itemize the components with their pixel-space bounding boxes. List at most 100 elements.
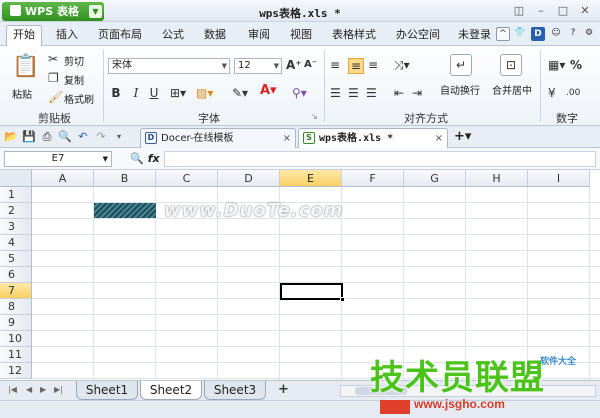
fill-color-icon[interactable]: ▨▾ — [196, 86, 213, 100]
format-painter-button[interactable]: 格式刷 — [64, 91, 94, 106]
clear-format-icon[interactable]: ⚲▾ — [292, 86, 307, 100]
merge-center-button[interactable]: 合并居中 — [492, 82, 532, 97]
add-sheet-button[interactable]: + — [278, 382, 289, 397]
column-header-f[interactable]: F — [342, 170, 404, 187]
row-header-12[interactable]: 12 — [0, 363, 32, 379]
copy-button[interactable]: 复制 — [64, 72, 84, 87]
align-top-icon[interactable]: ≡ — [330, 58, 340, 72]
customize-icon[interactable]: ▾ — [112, 130, 126, 144]
column-header-e[interactable]: E — [280, 170, 342, 187]
settings-icon[interactable]: ⚙ — [582, 27, 596, 41]
column-header-b[interactable]: B — [94, 170, 156, 187]
minimize-icon[interactable]: – — [534, 4, 548, 18]
cell-B2-pattern-fill[interactable] — [94, 203, 156, 218]
sheet-tab-1[interactable]: Sheet1 — [76, 381, 138, 400]
currency-icon[interactable]: ¥ — [548, 86, 556, 100]
close-icon[interactable]: × — [283, 129, 291, 148]
percent-button[interactable]: % — [570, 58, 582, 72]
zoom-icon[interactable]: 🔍 — [130, 152, 144, 165]
close-icon[interactable]: ✕ — [578, 4, 592, 18]
text-direction-icon[interactable]: ⤨▾ — [394, 58, 410, 72]
undo-icon[interactable]: ↶ — [76, 130, 90, 144]
borders-icon[interactable]: ⊞▾ — [170, 86, 186, 100]
shrink-font-icon[interactable]: A⁻ — [304, 58, 317, 72]
tab-view[interactable]: 视图 — [290, 26, 312, 44]
row-header-4[interactable]: 4 — [0, 235, 32, 251]
align-center-icon[interactable]: ☰ — [348, 86, 359, 100]
highlight-icon[interactable]: ✎▾ — [232, 86, 248, 100]
open-icon[interactable]: 📂 — [4, 130, 18, 144]
align-bottom-icon[interactable]: ≡ — [368, 58, 378, 72]
restore-icon[interactable]: ◫ — [512, 4, 526, 18]
tab-home[interactable]: 开始 — [6, 25, 42, 47]
formula-input[interactable] — [164, 151, 596, 167]
user-icon[interactable]: ☺ — [549, 27, 563, 41]
login-status[interactable]: 未登录 — [458, 26, 491, 44]
wrap-text-button[interactable]: 自动换行 — [440, 82, 480, 97]
sheet-tab-3[interactable]: Sheet3 — [204, 381, 266, 400]
underline-button[interactable]: U — [148, 86, 160, 100]
row-header-8[interactable]: 8 — [0, 299, 32, 315]
chevron-down-icon[interactable]: ▼ — [103, 152, 108, 166]
tab-docer[interactable]: D Docer-在线模板 × — [140, 128, 296, 148]
row-header-1[interactable]: 1 — [0, 187, 32, 203]
sheet-tab-2[interactable]: Sheet2 — [140, 381, 202, 400]
collapse-ribbon-icon[interactable]: ^ — [496, 27, 510, 41]
row-header-11[interactable]: 11 — [0, 347, 32, 363]
font-size-select[interactable]: 12 ▼ — [234, 58, 282, 74]
row-header-10[interactable]: 10 — [0, 331, 32, 347]
font-color-icon[interactable]: A▾ — [260, 84, 277, 98]
column-header-g[interactable]: G — [404, 170, 466, 187]
row-header-7[interactable]: 7 — [0, 283, 32, 299]
column-header-h[interactable]: H — [466, 170, 528, 187]
insert-function-button[interactable]: 🔍 fx — [130, 151, 162, 167]
row-header-5[interactable]: 5 — [0, 251, 32, 267]
italic-button[interactable]: I — [130, 86, 142, 100]
bold-button[interactable]: B — [110, 86, 122, 100]
maximize-icon[interactable]: □ — [556, 4, 570, 18]
tab-insert[interactable]: 插入 — [56, 26, 78, 44]
close-icon[interactable]: × — [435, 129, 443, 148]
decrease-indent-icon[interactable]: ⇤ — [394, 86, 404, 100]
increase-indent-icon[interactable]: ⇥ — [412, 86, 422, 100]
last-sheet-icon[interactable]: ▶| — [54, 385, 63, 394]
new-tab-icon[interactable]: +▾ — [454, 130, 471, 144]
print-preview-icon[interactable]: 🔍 — [58, 130, 72, 144]
row-header-3[interactable]: 3 — [0, 219, 32, 235]
paste-icon[interactable]: 📋 — [12, 54, 39, 80]
tab-review[interactable]: 审阅 — [248, 26, 270, 44]
align-left-icon[interactable]: ☰ — [330, 86, 341, 100]
decimal-icon[interactable]: .00 — [566, 86, 580, 100]
column-header-i[interactable]: I — [528, 170, 590, 187]
prev-sheet-icon[interactable]: ◀ — [26, 385, 32, 394]
tab-formulas[interactable]: 公式 — [162, 26, 184, 44]
print-icon[interactable]: ⎙ — [40, 130, 54, 144]
first-sheet-icon[interactable]: |◀ — [8, 385, 17, 394]
font-name-select[interactable]: 宋体 ▼ — [108, 58, 230, 74]
number-format-icon[interactable]: ▦▾ — [548, 58, 565, 72]
skin-icon[interactable]: 👕 — [513, 27, 527, 41]
row-header-2[interactable]: 2 — [0, 203, 32, 219]
tab-data[interactable]: 数据 — [204, 26, 226, 44]
cut-button[interactable]: 剪切 — [64, 53, 84, 68]
column-header-d[interactable]: D — [218, 170, 280, 187]
selected-cell-E7[interactable] — [280, 283, 345, 302]
tab-office-space[interactable]: 办公空间 — [396, 26, 440, 44]
column-header-a[interactable]: A — [32, 170, 94, 187]
grow-font-icon[interactable]: A⁺ — [286, 58, 302, 72]
next-sheet-icon[interactable]: ▶ — [40, 385, 46, 394]
column-header-c[interactable]: C — [156, 170, 218, 187]
tab-workbook[interactable]: Swps表格.xls * × — [298, 128, 448, 148]
select-all-corner[interactable] — [0, 170, 32, 187]
fill-handle[interactable] — [340, 297, 345, 302]
tab-page-layout[interactable]: 页面布局 — [98, 26, 142, 44]
save-icon[interactable]: 💾 — [22, 130, 36, 144]
dialog-launcher-icon[interactable]: ↘ — [311, 110, 318, 124]
row-header-9[interactable]: 9 — [0, 315, 32, 331]
row-header-6[interactable]: 6 — [0, 267, 32, 283]
docer-icon[interactable]: D — [531, 27, 545, 41]
align-right-icon[interactable]: ☰ — [366, 86, 377, 100]
name-box[interactable]: E7 ▼ — [4, 151, 112, 167]
redo-icon[interactable]: ↷ — [94, 130, 108, 144]
align-middle-icon[interactable]: ≡ — [348, 58, 364, 74]
